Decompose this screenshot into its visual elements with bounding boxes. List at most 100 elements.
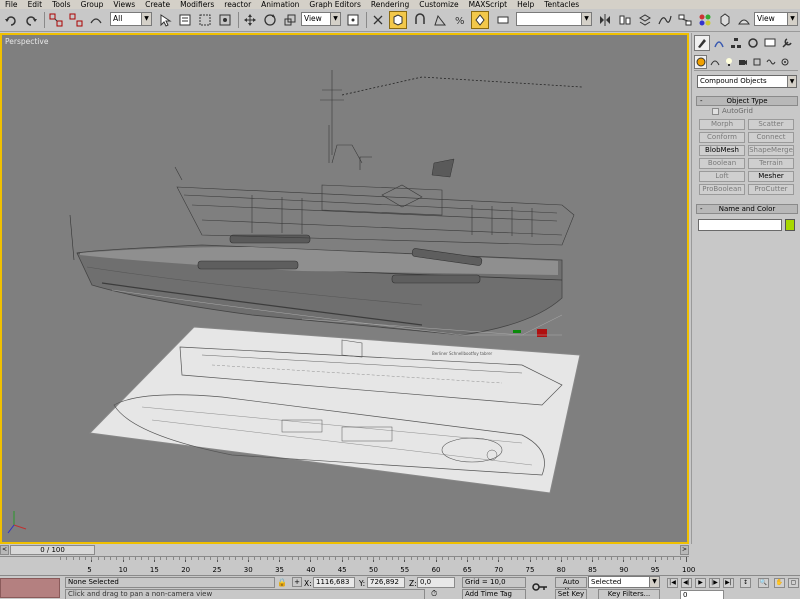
- boolean-button[interactable]: Boolean: [699, 158, 745, 169]
- spinner-snap-icon[interactable]: [471, 11, 489, 29]
- menu-item-group[interactable]: Group: [76, 0, 109, 9]
- motion-tab-icon[interactable]: [745, 35, 761, 51]
- menu-item-file[interactable]: File: [0, 0, 23, 9]
- category-select[interactable]: Compound Objects ▼: [697, 75, 797, 88]
- undo-icon[interactable]: [2, 11, 20, 29]
- morph-button[interactable]: Morph: [699, 119, 745, 130]
- auto-key-button[interactable]: Auto Key: [555, 577, 587, 595]
- key-mode-icon[interactable]: ↕: [740, 578, 751, 588]
- selection-set-select[interactable]: Selected ▼: [588, 576, 660, 588]
- material-editor-icon[interactable]: [696, 11, 714, 29]
- terrain-button[interactable]: Terrain: [748, 158, 794, 169]
- name-and-color-rollout[interactable]: - Name and Color: [696, 204, 798, 214]
- menu-item-graph-editors[interactable]: Graph Editors: [304, 0, 366, 9]
- select-by-name-icon[interactable]: [176, 11, 194, 29]
- y-coordinate-field[interactable]: 726,892: [367, 577, 405, 588]
- time-slider-prev[interactable]: <: [0, 545, 9, 555]
- menu-item-animation[interactable]: Animation: [256, 0, 304, 9]
- x-coordinate-field[interactable]: 1116,683: [313, 577, 355, 588]
- cameras-icon[interactable]: [736, 55, 749, 69]
- align-icon[interactable]: [616, 11, 634, 29]
- menu-item-help[interactable]: Help: [512, 0, 539, 9]
- menu-item-create[interactable]: Create: [140, 0, 175, 9]
- pivot-center-icon[interactable]: [344, 11, 362, 29]
- time-config-icon[interactable]: ⏱: [431, 589, 437, 599]
- go-to-end-icon[interactable]: ▶|: [723, 578, 734, 588]
- z-coordinate-field[interactable]: 0,0: [417, 577, 455, 588]
- set-key-button[interactable]: Set Key: [555, 589, 587, 599]
- go-to-start-icon[interactable]: |◀: [667, 578, 678, 588]
- menu-item-reactor[interactable]: reactor: [219, 0, 256, 9]
- procutter-button[interactable]: ProCutter: [748, 184, 794, 195]
- utilities-tab-icon[interactable]: [779, 35, 795, 51]
- connect-button[interactable]: Connect: [748, 132, 794, 143]
- reference-coord-select[interactable]: View ▼: [301, 12, 341, 26]
- maxscript-listener-mini[interactable]: [0, 578, 60, 598]
- selection-filter-select[interactable]: All ▼: [110, 12, 152, 26]
- create-tab-icon[interactable]: [694, 35, 710, 51]
- zoom-viewport-icon[interactable]: 🔍: [758, 578, 769, 588]
- bind-space-warp-icon[interactable]: [87, 11, 105, 29]
- mesher-button[interactable]: Mesher: [748, 171, 794, 182]
- autogrid-checkbox[interactable]: AutoGrid: [712, 107, 753, 115]
- menu-item-edit[interactable]: Edit: [23, 0, 48, 9]
- menu-item-rendering[interactable]: Rendering: [366, 0, 414, 9]
- helpers-icon[interactable]: [750, 55, 763, 69]
- menu-item-maxscript[interactable]: MAXScript: [464, 0, 513, 9]
- lights-icon[interactable]: [722, 55, 735, 69]
- select-object-icon[interactable]: [156, 11, 174, 29]
- time-slider-thumb[interactable]: 0 / 100: [10, 545, 95, 555]
- lock-selection-icon[interactable]: 🔒: [277, 578, 287, 587]
- redo-icon[interactable]: [22, 11, 40, 29]
- move-icon[interactable]: [241, 11, 259, 29]
- angle-snap-icon[interactable]: [431, 11, 449, 29]
- maximize-viewport-icon[interactable]: ▢: [788, 578, 799, 588]
- object-type-rollout[interactable]: - Object Type: [696, 96, 798, 106]
- menu-item-tools[interactable]: Tools: [47, 0, 75, 9]
- rotate-icon[interactable]: [261, 11, 279, 29]
- pan-view-icon[interactable]: ✋: [774, 578, 785, 588]
- region-select-icon[interactable]: [196, 11, 214, 29]
- object-name-input[interactable]: [698, 219, 782, 231]
- geometry-icon[interactable]: [694, 55, 707, 69]
- perspective-viewport[interactable]: Perspective Berliner Schnellbootfoy tabr…: [0, 33, 689, 544]
- layer-manager-icon[interactable]: [636, 11, 654, 29]
- scale-icon[interactable]: [281, 11, 299, 29]
- conform-button[interactable]: Conform: [699, 132, 745, 143]
- key-filters-button[interactable]: Key Filters...: [598, 589, 660, 599]
- unlink-icon[interactable]: [67, 11, 85, 29]
- window-crossing-icon[interactable]: [216, 11, 234, 29]
- select-and-link-icon[interactable]: [47, 11, 65, 29]
- select-manipulate-icon[interactable]: [369, 11, 387, 29]
- mirror-icon[interactable]: [596, 11, 614, 29]
- menu-item-modifiers[interactable]: Modifiers: [175, 0, 219, 9]
- render-scene-icon[interactable]: [716, 11, 734, 29]
- add-time-tag-button[interactable]: Add Time Tag: [462, 589, 526, 599]
- menu-item-tentacles[interactable]: Tentacles: [539, 0, 584, 9]
- absolute-mode-icon[interactable]: +: [292, 577, 302, 587]
- modify-tab-icon[interactable]: [711, 35, 727, 51]
- schematic-view-icon[interactable]: [676, 11, 694, 29]
- space-warps-icon[interactable]: [764, 55, 777, 69]
- menu-item-views[interactable]: Views: [108, 0, 140, 9]
- object-color-swatch[interactable]: [785, 219, 795, 231]
- display-tab-icon[interactable]: [762, 35, 778, 51]
- proboolean-button[interactable]: ProBoolean: [699, 184, 745, 195]
- play-icon[interactable]: ▶: [695, 578, 706, 588]
- loft-button[interactable]: Loft: [699, 171, 745, 182]
- quick-render-icon[interactable]: [735, 11, 753, 29]
- hierarchy-tab-icon[interactable]: [728, 35, 744, 51]
- shapes-icon[interactable]: [708, 55, 721, 69]
- previous-frame-icon[interactable]: ◀|: [681, 578, 692, 588]
- snap-icon[interactable]: [411, 11, 429, 29]
- set-key-icon[interactable]: [532, 580, 548, 594]
- current-frame-field[interactable]: 0: [680, 590, 724, 599]
- render-view-select[interactable]: View ▼: [754, 12, 798, 26]
- percent-snap-icon[interactable]: %: [451, 11, 469, 29]
- shapemerge-button[interactable]: ShapeMerge: [748, 145, 794, 156]
- track-bar[interactable]: 5 10 15 20 25 30 35 40 45 50 55 60 65 70 75 80 85 90 95 100: [0, 556, 695, 575]
- keyboard-shortcut-toggle-icon[interactable]: [389, 11, 407, 29]
- next-frame-icon[interactable]: |▶: [709, 578, 720, 588]
- menu-item-customize[interactable]: Customize: [414, 0, 463, 9]
- time-slider-next[interactable]: >: [680, 545, 689, 555]
